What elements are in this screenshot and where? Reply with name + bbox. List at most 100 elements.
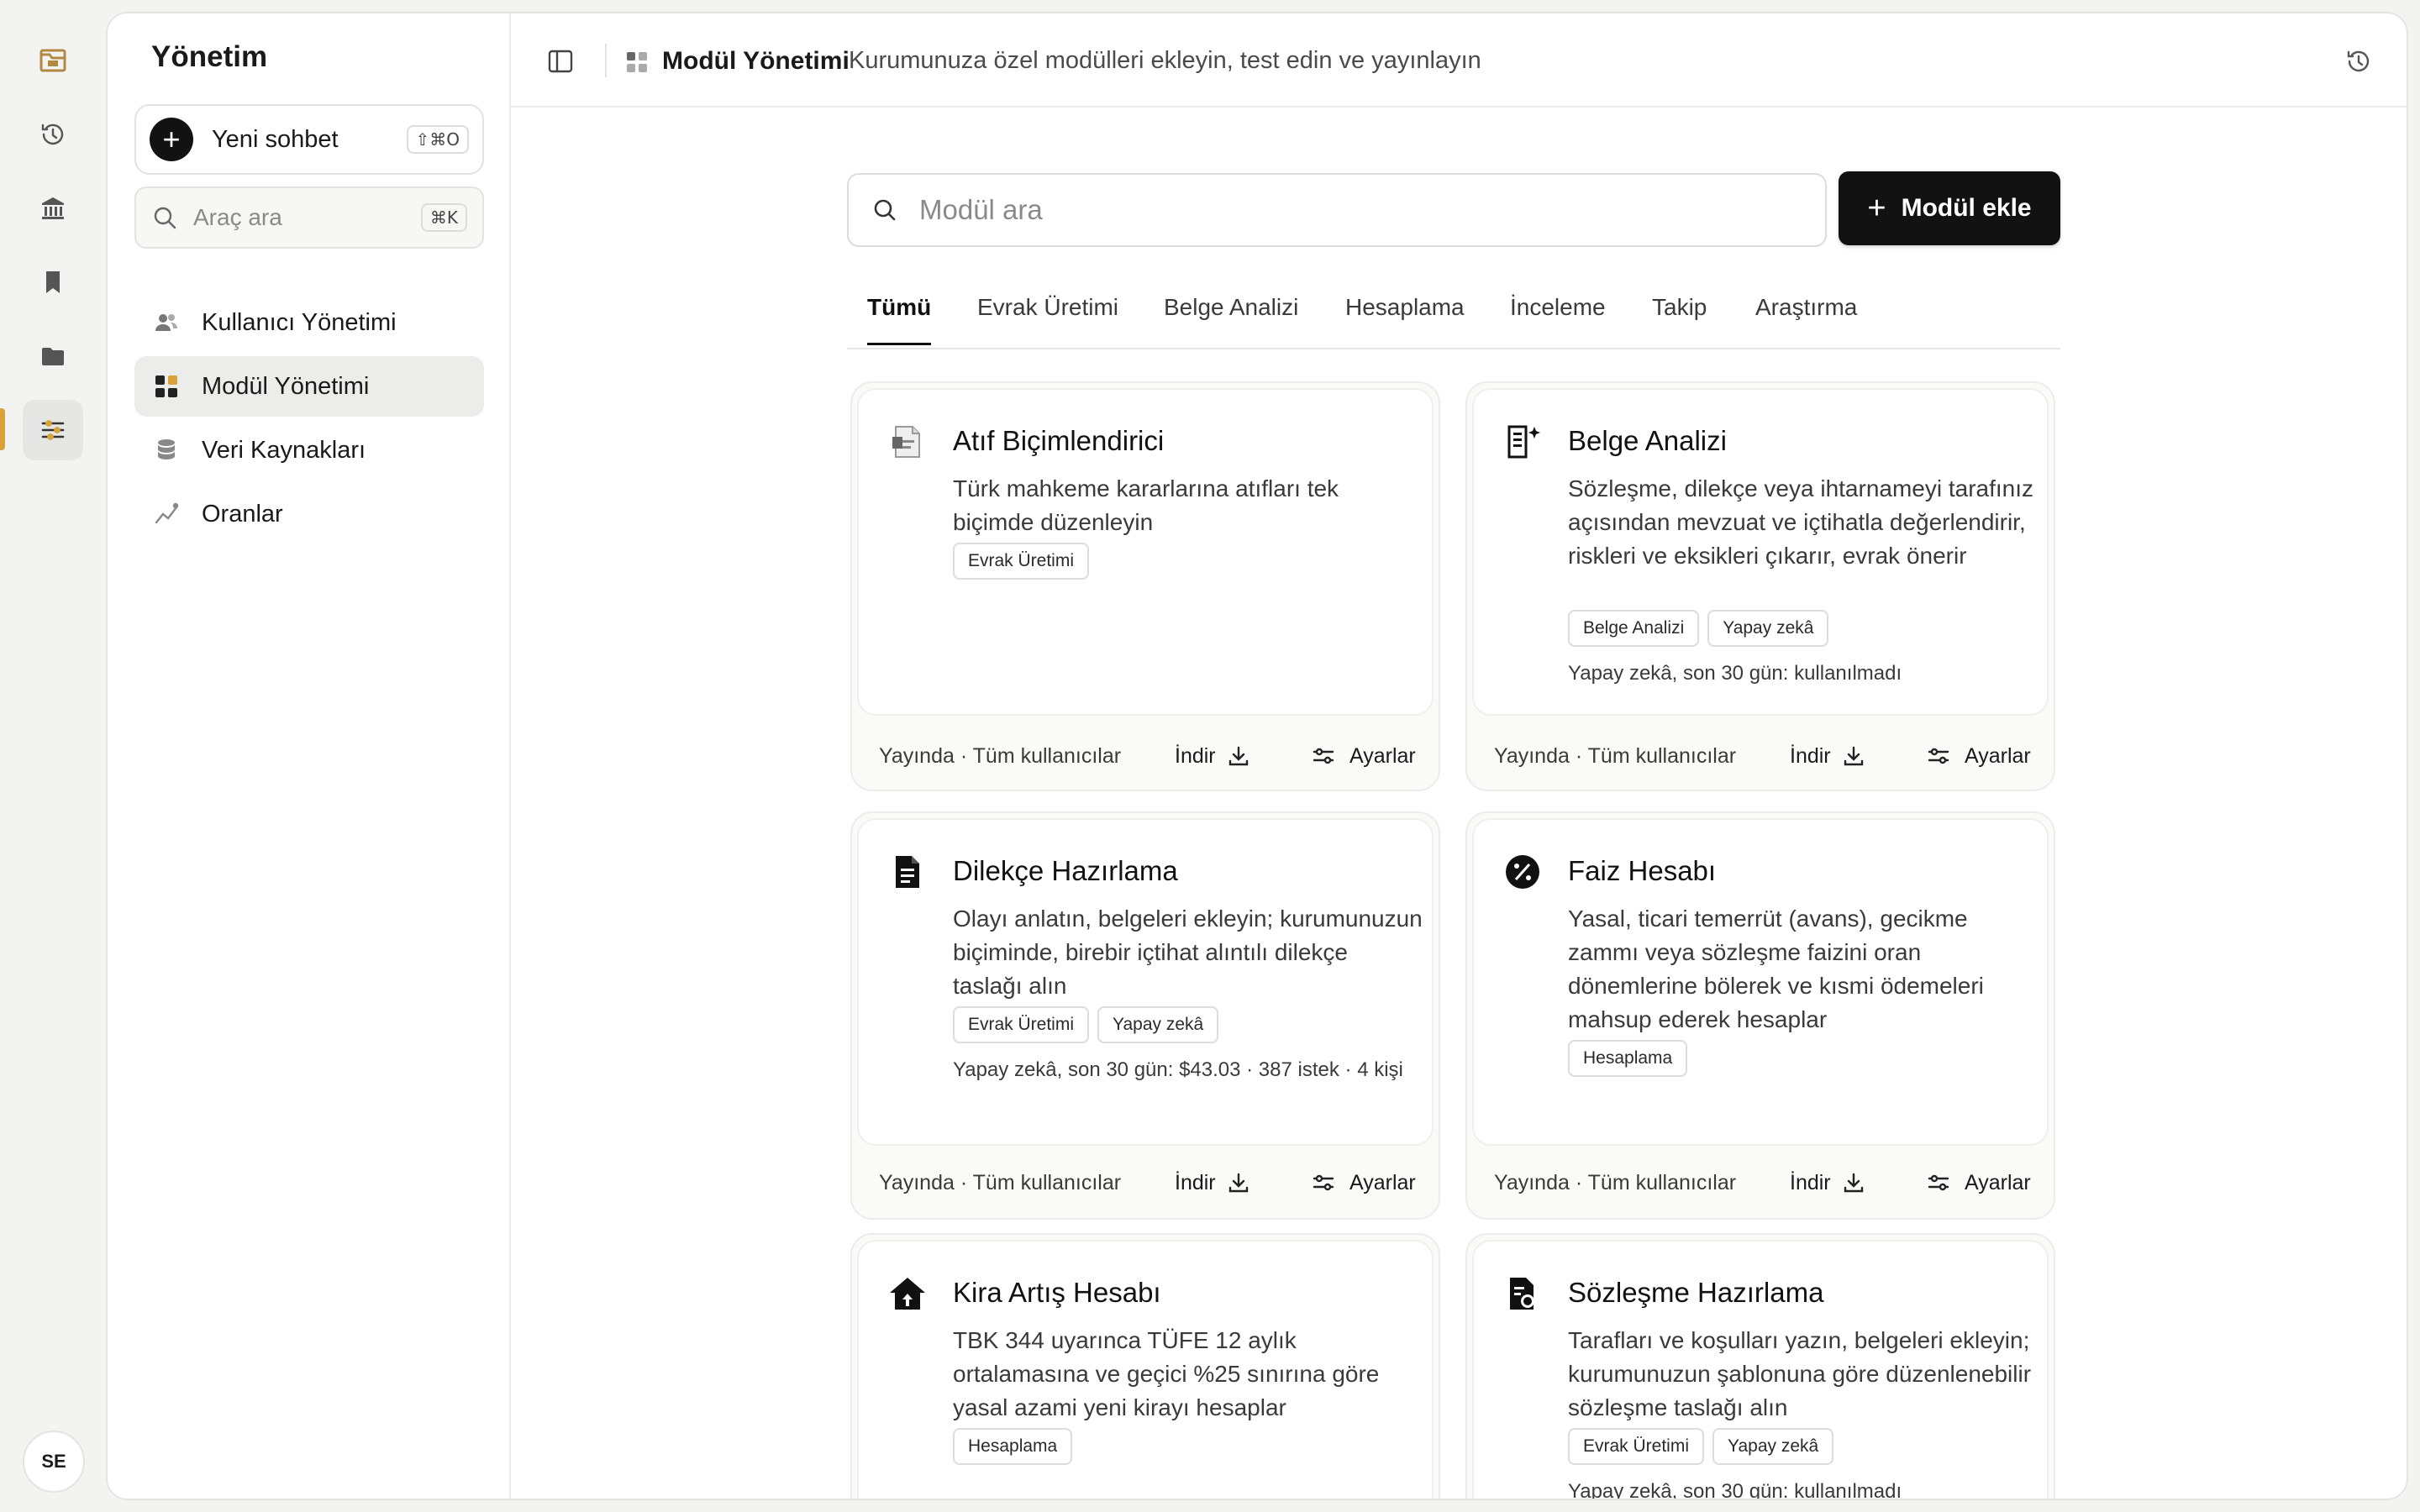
tool-search-input[interactable]: Araç ara ⌘K: [134, 186, 484, 249]
card-tags: Evrak Üretimi Yapay zekâ: [953, 1006, 1219, 1043]
download-button[interactable]: İndir: [1175, 743, 1251, 769]
sidebar-item-modules[interactable]: Modül Yönetimi: [134, 356, 484, 417]
card-body: Atıf Biçimlendirici Türk mahkeme kararla…: [857, 388, 1434, 716]
folder-icon[interactable]: [23, 326, 83, 386]
percent-icon: [1506, 855, 1539, 889]
bookmark-icon[interactable]: [23, 252, 83, 312]
sidebar-toggle-icon[interactable]: [546, 47, 575, 76]
card-tags: Belge Analizi Yapay zekâ: [1568, 610, 1829, 647]
settings-button[interactable]: Ayarlar: [1926, 1170, 2031, 1195]
card-description: Tarafları ve koşulları yazın, belgeleri …: [1568, 1327, 2032, 1420]
tag: Evrak Üretimi: [953, 1006, 1090, 1043]
tab-calculation[interactable]: Hesaplama: [1345, 294, 1465, 343]
document-sparkle-icon: [1507, 425, 1540, 459]
module-card[interactable]: Faiz Hesabı Yasal, ticari temerrüt (avan…: [1465, 811, 2055, 1220]
settings-button[interactable]: Ayarlar: [1926, 743, 2031, 769]
module-search-input[interactable]: Modül ara: [847, 173, 1827, 247]
download-label: İndir: [1175, 1170, 1216, 1194]
card-usage: Yapay zekâ, son 30 gün: kullanılmadı: [1568, 1480, 1902, 1500]
settings-sliders-icon: [1313, 748, 1334, 764]
card-title: Atıf Biçimlendirici: [953, 425, 1165, 456]
card-footer: Yayında · Tüm kullanıcılar İndir Ayarlar: [852, 731, 1439, 781]
category-tabs: Tümü Evrak Üretimi Belge Analizi Hesapla…: [847, 272, 2060, 349]
card-title: Belge Analizi: [1568, 425, 1727, 456]
card-body: Sözleşme Hazırlama Tarafları ve koşullar…: [1472, 1240, 2049, 1500]
card-usage: Yapay zekâ, son 30 gün: kullanılmadı: [1568, 662, 1902, 685]
download-icon: [1228, 746, 1248, 766]
card-status: Yayında · Tüm kullanıcılar: [879, 743, 1122, 768]
new-chat-button[interactable]: + Yeni sohbet ⇧⌘O: [134, 104, 484, 175]
tab-all[interactable]: Tümü: [867, 294, 932, 345]
house-up-icon: [890, 1278, 925, 1310]
tab-document-generation[interactable]: Evrak Üretimi: [977, 294, 1118, 343]
module-card[interactable]: Dilekçe Hazırlama Olayı anlatın, belgele…: [850, 811, 1440, 1220]
tag: Evrak Üretimi: [1568, 1428, 1705, 1465]
card-status: Yayında · Tüm kullanıcılar: [1494, 1170, 1737, 1194]
header-divider: [605, 44, 607, 77]
card-title: Kira Artış Hesabı: [953, 1277, 1161, 1308]
plus-icon: +: [150, 118, 193, 161]
card-description: Olayı anlatın, belgeleri ekleyin; kurumu…: [953, 906, 1423, 999]
page-subtitle: Kurumunuza özel modülleri ekleyin, test …: [849, 47, 1481, 74]
logo-icon[interactable]: [23, 30, 83, 91]
card-footer: Yayında · Tüm kullanıcılar İndir Ayarlar: [852, 1158, 1439, 1208]
tag: Yapay zekâ: [1097, 1006, 1219, 1043]
tool-search-placeholder: Araç ara: [193, 204, 282, 230]
card-description: Sözleşme, dilekçe veya ihtarnameyi taraf…: [1568, 475, 2034, 569]
module-card[interactable]: Kira Artış Hesabı TBK 344 uyarınca TÜFE …: [850, 1233, 1440, 1499]
search-icon: [154, 207, 176, 229]
tab-document-analysis[interactable]: Belge Analizi: [1164, 294, 1298, 343]
sidebar-item-users[interactable]: Kullanıcı Yönetimi: [134, 292, 484, 353]
card-title: Dilekçe Hazırlama: [953, 855, 1178, 886]
card-tags: Evrak Üretimi: [953, 543, 1090, 580]
card-tags: Hesaplama: [953, 1428, 1073, 1465]
download-label: İndir: [1790, 1170, 1831, 1194]
settings-button[interactable]: Ayarlar: [1311, 1170, 1416, 1195]
tag: Hesaplama: [953, 1428, 1073, 1465]
card-body: Belge Analizi Sözleşme, dilekçe veya iht…: [1472, 388, 2049, 716]
download-button[interactable]: İndir: [1790, 743, 1866, 769]
download-button[interactable]: İndir: [1790, 1170, 1866, 1195]
tag: Yapay zekâ: [1712, 1428, 1834, 1465]
sidebar-item-label: Veri Kaynakları: [202, 436, 366, 464]
module-card[interactable]: Atıf Biçimlendirici Türk mahkeme kararla…: [850, 381, 1440, 791]
card-body: Faiz Hesabı Yasal, ticari temerrüt (avan…: [1472, 818, 2049, 1146]
card-description: TBK 344 uyarınca TÜFE 12 aylık ortalamas…: [953, 1327, 1380, 1420]
document-format-icon: [892, 426, 920, 458]
add-module-label: Modül ekle: [1901, 194, 2032, 222]
history-icon[interactable]: [2344, 47, 2373, 76]
settings-sliders-icon: [1313, 1174, 1334, 1191]
tag: Evrak Üretimi: [953, 543, 1090, 580]
sidebar-item-label: Kullanıcı Yönetimi: [202, 308, 397, 336]
settings-label: Ayarlar: [1965, 1170, 2031, 1194]
card-description: Türk mahkeme kararlarına atıfları tek bi…: [953, 475, 1339, 535]
module-card[interactable]: Belge Analizi Sözleşme, dilekçe veya iht…: [1465, 381, 2055, 791]
card-tags: Hesaplama: [1568, 1040, 1688, 1077]
card-usage: Yapay zekâ, son 30 gün: $43.03 · 387 ist…: [953, 1058, 1403, 1081]
sidebar-item-data-sources[interactable]: Veri Kaynakları: [134, 420, 484, 480]
tab-research[interactable]: Araştırma: [1755, 294, 1857, 343]
module-card[interactable]: Sözleşme Hazırlama Tarafları ve koşullar…: [1465, 1233, 2055, 1500]
settings-label: Ayarlar: [1349, 743, 1416, 768]
card-body: Dilekçe Hazırlama Olayı anlatın, belgele…: [857, 818, 1434, 1146]
settings-button[interactable]: Ayarlar: [1311, 743, 1416, 769]
modules-icon: [627, 52, 647, 72]
download-button[interactable]: İndir: [1175, 1170, 1251, 1195]
main-window: Yönetim + Yeni sohbet ⇧⌘O Araç ara ⌘K Ku…: [106, 12, 2408, 1500]
document-text-icon: [896, 856, 919, 888]
new-chat-label: Yeni sohbet: [212, 125, 339, 153]
icon-rail: SE: [0, 0, 106, 1512]
tab-tracking[interactable]: Takip: [1652, 294, 1707, 343]
history-icon[interactable]: [23, 104, 83, 165]
tool-search-shortcut: ⌘K: [420, 203, 467, 232]
sidebar-item-rates[interactable]: Oranlar: [134, 484, 484, 544]
tab-review[interactable]: İnceleme: [1510, 294, 1606, 343]
database-icon: [158, 439, 175, 459]
avatar[interactable]: SE: [23, 1431, 85, 1493]
card-status: Yayında · Tüm kullanıcılar: [1494, 743, 1737, 768]
main-content: Modül ara + Modül ekle Tümü Evrak Üretim…: [511, 108, 2407, 1499]
tag: Yapay zekâ: [1707, 610, 1829, 647]
sliders-icon[interactable]: [23, 400, 83, 460]
bank-icon[interactable]: [23, 178, 83, 239]
add-module-button[interactable]: + Modül ekle: [1839, 171, 2060, 245]
